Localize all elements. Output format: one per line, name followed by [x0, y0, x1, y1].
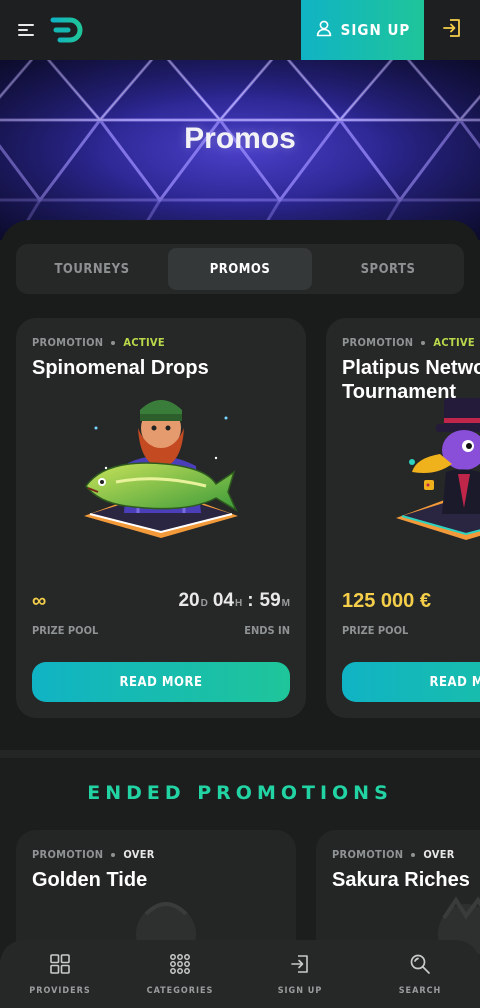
nav-sign-up[interactable]: SIGN UP	[240, 940, 360, 1008]
page-title: Promos	[184, 122, 296, 155]
promo-meta: PROMOTION ACTIVE	[32, 336, 165, 349]
separator-dot	[411, 852, 416, 857]
promos-panel: TOURNEYS PROMOS SPORTS PROMOTION ACTIVE …	[0, 220, 480, 750]
prize-pool-label: PRIZE POOL	[32, 624, 99, 637]
nav-label: SEARCH	[398, 985, 442, 996]
promo-status: OVER	[123, 848, 155, 861]
separator-dot	[111, 852, 116, 857]
promo-kind: PROMOTION	[32, 336, 104, 349]
user-icon	[315, 19, 333, 41]
read-more-button[interactable]: READ MORE	[342, 662, 480, 702]
timer-separator: :	[247, 590, 254, 611]
promo-kind: PROMOTION	[332, 848, 404, 861]
hero-banner: Promos	[0, 60, 480, 240]
nav-label: SIGN UP	[277, 985, 323, 996]
promo-status: ACTIVE	[123, 336, 165, 349]
grid-icon	[49, 953, 71, 980]
login-button[interactable]	[424, 0, 480, 60]
tab-promos[interactable]: PROMOS	[168, 248, 312, 290]
promo-card[interactable]: PROMOTION ACTIVE Spinomenal Drops ∞ PRIZ…	[16, 318, 306, 718]
ends-in-label: ENDS IN	[244, 624, 290, 637]
promo-card[interactable]: PROMOTION ACTIVE Platipus Network Tourna…	[326, 318, 480, 718]
fisherman-illustration	[84, 400, 238, 538]
ended-promotions-title: ENDED PROMOTIONS	[87, 782, 393, 804]
promo-meta: PROMOTION OVER	[332, 848, 455, 861]
separator-dot	[111, 340, 116, 345]
tab-tourneys[interactable]: TOURNEYS	[20, 248, 164, 290]
tab-sports[interactable]: SPORTS	[316, 248, 460, 290]
tabs: TOURNEYS PROMOS SPORTS	[16, 244, 464, 294]
dots-grid-icon	[169, 953, 191, 980]
promo-status: ACTIVE	[433, 336, 475, 349]
promo-meta: PROMOTION ACTIVE	[342, 336, 475, 349]
page: SIGN UP Promos TOURNEYS PROMOS SPORTS PR…	[0, 0, 480, 1008]
read-more-button[interactable]: READ MORE	[32, 662, 290, 702]
timer-hours-unit: H	[234, 598, 243, 609]
timer-minutes: 59	[259, 590, 281, 611]
bottom-nav: PROVIDERS CATEGORIES SIGN UP SEARCH	[0, 940, 480, 1008]
section-divider	[0, 750, 480, 758]
promo-kind: PROMOTION	[32, 848, 104, 861]
countdown-timer: 20 D 04 H : 59 M	[178, 590, 290, 612]
prize-pool-value: 125 000 €	[342, 590, 431, 612]
menu-icon[interactable]	[14, 18, 38, 42]
search-icon	[409, 953, 431, 980]
sign-up-button[interactable]: SIGN UP	[301, 0, 424, 60]
nav-label: CATEGORIES	[146, 985, 214, 996]
sign-up-label: SIGN UP	[340, 21, 411, 39]
nav-search[interactable]: SEARCH	[360, 940, 480, 1008]
nav-providers[interactable]: PROVIDERS	[0, 940, 120, 1008]
promo-meta: PROMOTION OVER	[32, 848, 155, 861]
separator-dot	[421, 340, 426, 345]
promo-status: OVER	[423, 848, 455, 861]
login-icon	[289, 953, 311, 980]
nav-categories[interactable]: CATEGORIES	[120, 940, 240, 1008]
promo-title: Spinomenal Drops	[32, 357, 209, 379]
timer-minutes-unit: M	[281, 598, 290, 609]
login-icon	[441, 17, 463, 44]
timer-days: 20	[178, 590, 200, 611]
promo-kind: PROMOTION	[342, 336, 414, 349]
promo-title: Sakura Riches	[332, 869, 470, 891]
header: SIGN UP	[0, 0, 480, 60]
logo-icon[interactable]	[50, 16, 86, 44]
timer-days-unit: D	[200, 598, 208, 609]
prize-pool-value: ∞	[32, 590, 47, 612]
platypus-illustration	[396, 398, 480, 540]
timer-hours: 04	[212, 590, 234, 611]
promo-title: Golden Tide	[32, 869, 148, 891]
nav-label: PROVIDERS	[29, 985, 91, 996]
prize-pool-label: PRIZE POOL	[342, 624, 409, 637]
